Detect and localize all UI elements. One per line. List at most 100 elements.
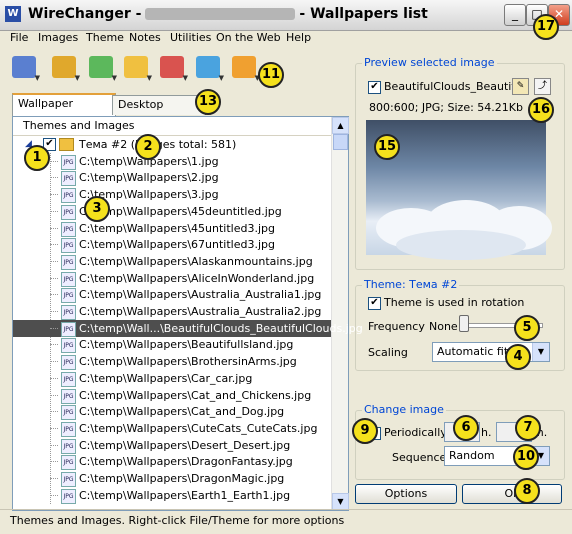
menu-notes[interactable]: Notes: [129, 31, 161, 44]
menu-theme[interactable]: Theme: [86, 31, 124, 44]
scaling-select[interactable]: Automatic fit ▼: [432, 342, 550, 362]
change-image-group-title: Change image: [362, 403, 446, 416]
file-row[interactable]: JPG C:\temp\Wallpapers\Car_car.jpg: [13, 370, 331, 387]
dropdown-arrow-icon[interactable]: ▼: [147, 74, 152, 82]
app-icon: W: [5, 6, 21, 22]
tree-branch: [50, 478, 58, 479]
tree-scrollbar[interactable]: ▲ ▼: [331, 117, 349, 510]
callout-marker: 13: [195, 89, 221, 115]
jpg-file-icon: JPG: [61, 355, 76, 371]
window-title: WireChanger -- Wallpapers list: [28, 6, 428, 22]
preview-group-title: Preview selected image: [362, 56, 497, 69]
file-row[interactable]: JPG C:\temp\Wallpapers\Cat_and_Dog.jpg: [13, 403, 331, 421]
file-row[interactable]: JPG C:\temp\Wallpapers\DragonMagic.jpg: [13, 470, 331, 487]
theme-rotation-checkbox[interactable]: ✔: [368, 297, 381, 310]
tree-branch: [50, 461, 58, 463]
callout-marker: 3: [84, 196, 110, 222]
chevron-down-icon[interactable]: ▼: [532, 343, 549, 361]
scroll-down-icon[interactable]: ▼: [332, 493, 349, 510]
callout-marker: 10: [513, 444, 539, 470]
file-row[interactable]: JPG C:\temp\Wallpapers\67untitled3.jpg: [13, 236, 331, 254]
dropdown-arrow-icon[interactable]: ▼: [75, 74, 80, 82]
move-button[interactable]: ▼: [192, 52, 226, 86]
options-button[interactable]: Options: [355, 484, 457, 504]
status-bar: Themes and Images. Right-click File/Them…: [0, 509, 572, 534]
file-row[interactable]: JPG C:\temp\Wallpapers\CuteCats_CuteCats.…: [13, 420, 331, 437]
preview-checkbox[interactable]: ✔: [368, 81, 381, 94]
file-row[interactable]: JPG C:\temp\Wallpapers\Alaskanmountains.j…: [13, 253, 331, 270]
jpg-file-icon: JPG: [61, 221, 76, 237]
file-path: C:\temp\Wallpapers\Car_car.jpg: [79, 371, 253, 385]
jpg-file-icon: JPG: [61, 271, 76, 287]
jpg-file-icon: JPG: [61, 321, 76, 337]
tree-branch: [50, 311, 58, 312]
dropdown-arrow-icon[interactable]: ▼: [112, 74, 117, 82]
dropdown-arrow-icon[interactable]: ▼: [183, 74, 188, 82]
menu-file[interactable]: File: [10, 31, 28, 44]
redacted-title: [145, 8, 296, 20]
frequency-slider-thumb[interactable]: [459, 315, 469, 332]
file-row[interactable]: JPG C:\temp\Wallpapers\BrothersinArms.jpg: [13, 353, 331, 371]
open-image-icon[interactable]: ⤴: [534, 78, 551, 95]
file-row[interactable]: JPG C:\temp\Wallpapers\1.jpg: [13, 153, 331, 170]
menu-on-the-web[interactable]: On the Web: [216, 31, 281, 44]
file-row[interactable]: JPG C:\temp\Wallpapers\3.jpg: [13, 186, 331, 204]
file-row[interactable]: JPG C:\temp\Wallpapers\Cat_and_Chickens.j…: [13, 387, 331, 404]
scroll-up-icon[interactable]: ▲: [332, 117, 349, 134]
menu-utilities[interactable]: Utilities: [170, 31, 211, 44]
file-path: C:\temp\Wallpapers\45untitled3.jpg: [79, 221, 275, 235]
refresh-icon: [232, 56, 256, 78]
jpg-file-icon: JPG: [61, 438, 76, 454]
file-row[interactable]: JPG C:\temp\Wallpapers\45deuntitled.jpg: [13, 203, 331, 220]
file-row[interactable]: JPG C:\temp\Wallpapers\Australia_Australi…: [13, 303, 331, 320]
theme-list-button[interactable]: ▼: [8, 52, 42, 86]
menu-images[interactable]: Images: [38, 31, 78, 44]
tree-branch: [50, 244, 58, 246]
file-row[interactable]: JPG C:\temp\Wall...\BeautifulClouds_Beaut…: [13, 319, 363, 337]
title-bar[interactable]: W WireChanger -- Wallpapers list _ □ ✕: [0, 0, 572, 31]
jpg-file-icon: JPG: [61, 371, 76, 387]
dropdown-arrow-icon[interactable]: ▼: [219, 74, 224, 82]
file-row[interactable]: JPG C:\temp\Wallpapers\45untitled3.jpg: [13, 220, 331, 237]
file-row[interactable]: JPG C:\temp\Wallpapers\Beautifullsland.jp…: [13, 336, 331, 354]
jpg-file-icon: JPG: [61, 472, 76, 487]
delete-button[interactable]: ▼: [156, 52, 190, 86]
file-path: C:\temp\Wallpapers\Alaskanmountains.jpg: [79, 254, 313, 268]
sequence-value: Random: [449, 449, 495, 462]
preview-filename: BeautifulClouds_Beautifull: [384, 80, 529, 93]
file-row[interactable]: JPG C:\temp\Wallpapers\2.jpg: [13, 169, 331, 187]
frequency-label: Frequency: [368, 320, 425, 333]
file-row[interactable]: JPG C:\temp\Wallpapers\Earth1_Earth1.jpg: [13, 487, 331, 504]
file-row[interactable]: JPG C:\temp\Wallpapers\DragonFantasy.jpg: [13, 453, 331, 471]
add-folder-button[interactable]: ▼: [120, 52, 154, 86]
scroll-thumb[interactable]: [333, 134, 348, 150]
file-row[interactable]: JPG C:\temp\Wallpapers\AliceInWonderland.…: [13, 270, 331, 287]
add-images-button[interactable]: ▼: [85, 52, 119, 86]
themes-images-tree[interactable]: Themes and Images ▲ ▼ ◢ ✔ Тема #2 (Image…: [12, 116, 363, 511]
callout-marker: 17: [533, 14, 559, 40]
tree-column-header[interactable]: Themes and Images: [13, 117, 341, 136]
edit-image-icon[interactable]: ✎: [512, 78, 529, 95]
jpg-file-icon: JPG: [61, 288, 76, 304]
jpg-file-icon: JPG: [61, 338, 76, 354]
minimize-button[interactable]: _: [504, 4, 526, 26]
file-path: C:\temp\Wallpapers\Earth1_Earth1.jpg: [79, 488, 291, 502]
file-row[interactable]: JPG C:\temp\Wallpapers\Desert_Desert.jpg: [13, 437, 331, 454]
file-row[interactable]: JPG C:\temp\Wallpapers\Australia_Australi…: [13, 286, 331, 304]
search-preview-button[interactable]: ▼: [48, 52, 82, 86]
theme-row[interactable]: ◢ ✔ Тема #2 (Images total: 581): [13, 136, 331, 153]
add-images-icon: [89, 56, 113, 78]
tree-branch: [50, 294, 58, 296]
tree-branch: [50, 227, 58, 229]
sequence-label: Sequence: [392, 451, 447, 464]
menu-help[interactable]: Help: [286, 31, 311, 44]
dropdown-arrow-icon[interactable]: ▼: [35, 74, 40, 82]
jpg-file-icon: JPG: [61, 171, 76, 187]
callout-marker: 4: [505, 344, 531, 370]
tab-desktop-widgets[interactable]: Desktop widgets: [112, 95, 206, 129]
file-path: C:\temp\Wallpapers\Australia_Australia1.…: [79, 288, 322, 302]
ok-button[interactable]: Ok: [462, 484, 562, 504]
refresh-button[interactable]: ▼: [228, 52, 262, 86]
tab-wallpaper-images[interactable]: Wallpaper images: [12, 93, 116, 128]
jpg-file-icon: JPG: [61, 238, 76, 254]
